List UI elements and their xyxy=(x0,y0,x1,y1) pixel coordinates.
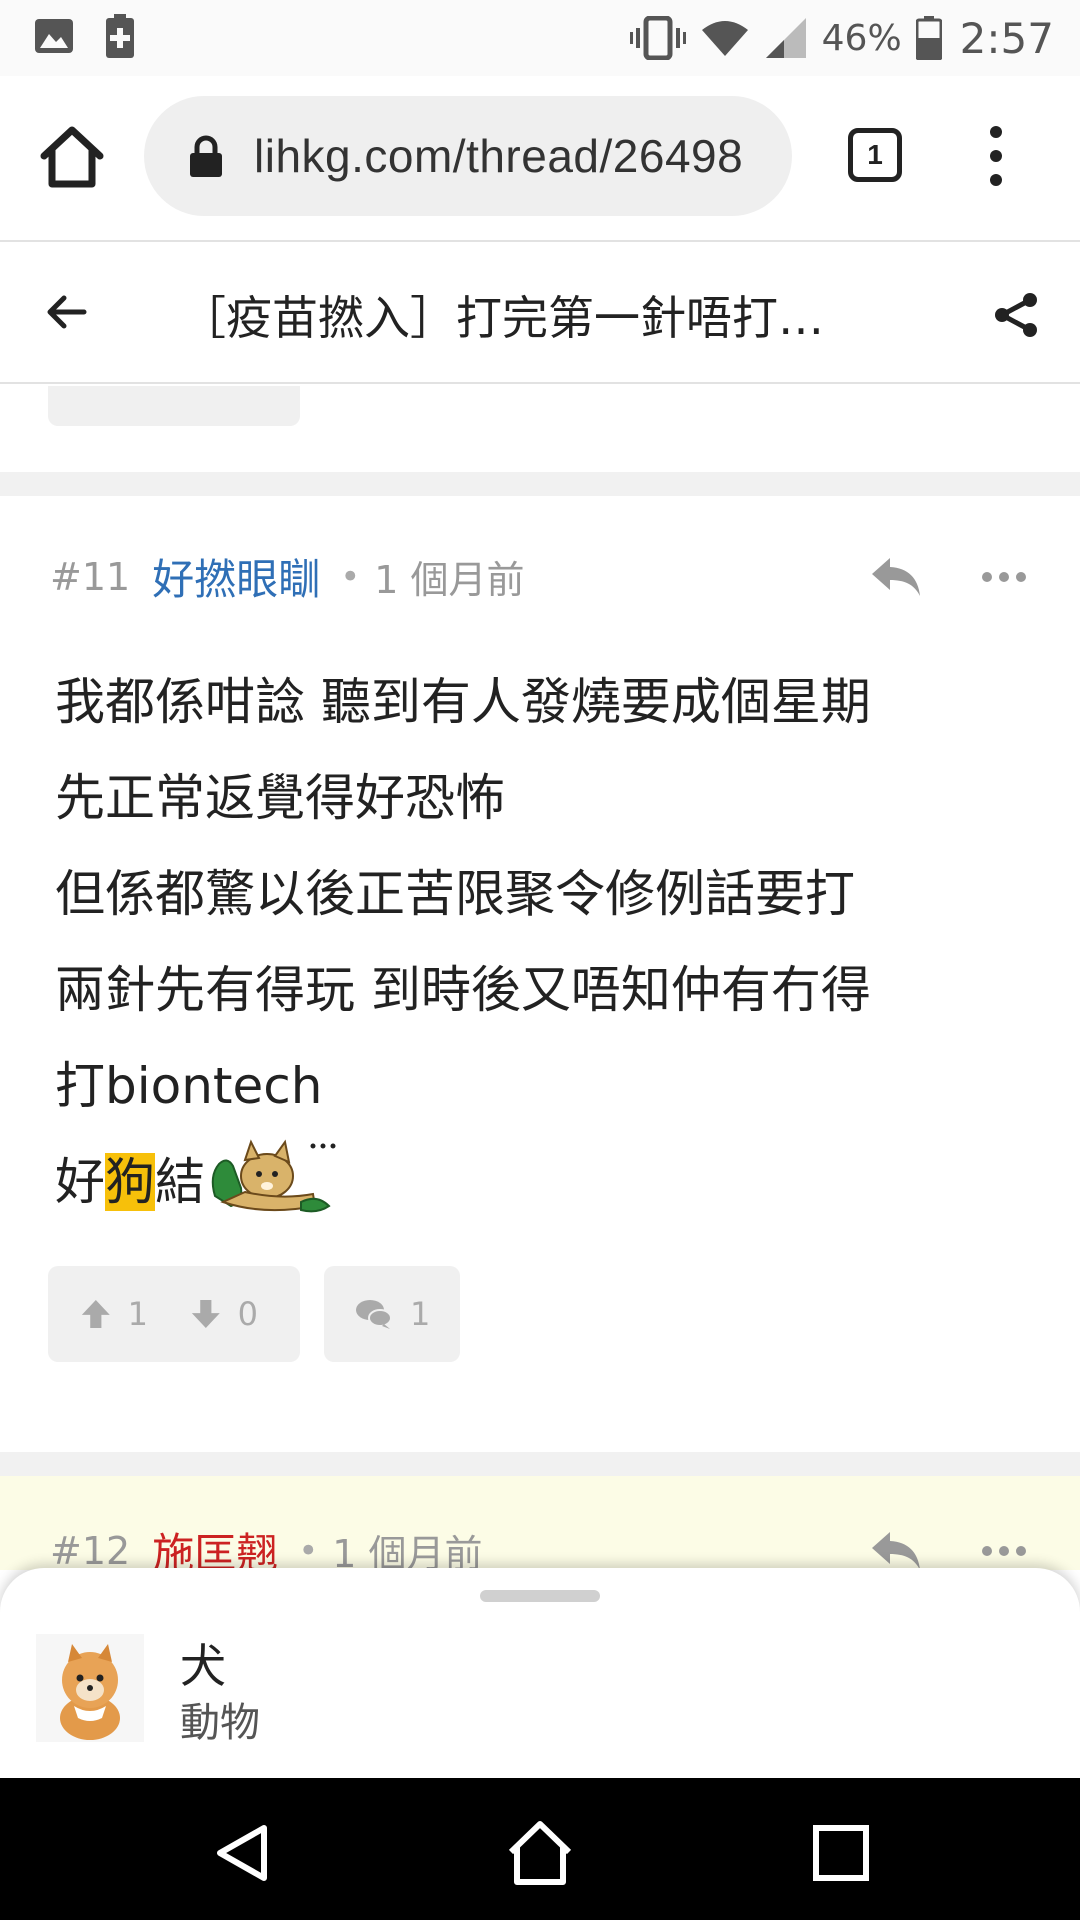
sheet-drag-handle[interactable] xyxy=(480,1590,600,1602)
post-author[interactable]: 好撚眼瞓 xyxy=(152,546,320,607)
vibrate-icon xyxy=(629,16,686,60)
clock: 2:57 xyxy=(959,13,1054,63)
thread-header: ［疫苗撚入］打完第一針唔打… xyxy=(0,240,1080,384)
tab-count: 1 xyxy=(867,139,883,170)
battery-saver-icon xyxy=(106,14,134,58)
previous-post-tail xyxy=(0,386,1080,472)
more-options-icon[interactable] xyxy=(982,1546,1026,1558)
meta-separator: • xyxy=(340,556,361,597)
post-line: 先正常返覺得好恐怖 xyxy=(55,769,505,827)
post-author[interactable]: 施匡翹 xyxy=(152,1520,278,1570)
browser-menu-icon[interactable] xyxy=(976,126,1016,186)
image-notification-icon xyxy=(35,19,73,53)
home-icon[interactable] xyxy=(38,126,106,190)
signal-icon xyxy=(765,18,806,58)
lock-icon xyxy=(190,135,222,177)
post-actions: 1 0 1 xyxy=(48,1266,460,1362)
post-meta: #11 好撚眼瞓 • 1 個月前 xyxy=(50,546,525,607)
post-line: 打biontech xyxy=(55,1057,323,1115)
battery-percentage: 46% xyxy=(821,17,902,59)
downvote-count: 0 xyxy=(237,1295,258,1333)
vote-box: 1 0 xyxy=(48,1266,300,1362)
dog-thumbnail-image xyxy=(36,1634,144,1742)
post-time: 1 個月前 xyxy=(374,558,525,602)
post-12: #12 施匡翹 • 1 個月前 xyxy=(0,1476,1080,1570)
quote-comments-button[interactable]: 1 xyxy=(324,1266,460,1362)
post-number: #12 xyxy=(50,1528,131,1571)
nav-home-icon[interactable] xyxy=(505,1818,575,1888)
url-text[interactable]: lihkg.com/thread/26498 xyxy=(254,129,743,183)
comment-icon xyxy=(356,1300,392,1329)
upvote-icon[interactable] xyxy=(80,1297,112,1331)
back-arrow-icon[interactable] xyxy=(44,290,88,334)
sheet-title: 犬 xyxy=(180,1639,226,1693)
nav-recents-icon[interactable] xyxy=(806,1818,876,1888)
post-meta: #12 施匡翹 • 1 個月前 xyxy=(50,1520,483,1571)
upvote-count: 1 xyxy=(127,1295,148,1333)
tab-switcher-button[interactable]: 1 xyxy=(848,128,902,182)
dog-sticker-icon xyxy=(211,1138,336,1212)
highlighted-word[interactable]: 狗 xyxy=(105,1153,155,1211)
post-body: 我都係咁諗 聽到有人發燒要成個星期 先正常返覺得好恐怖 但係都驚以後正苦限聚令修… xyxy=(55,654,1015,1230)
battery-icon xyxy=(915,16,942,60)
post-line: 但係都驚以後正苦限聚令修例話要打 xyxy=(55,865,855,923)
comment-count: 1 xyxy=(410,1295,431,1333)
reply-icon[interactable] xyxy=(870,554,922,598)
more-options-icon[interactable] xyxy=(982,572,1026,584)
post-number: #11 xyxy=(50,554,131,599)
text-before: 好 xyxy=(55,1153,105,1211)
text-after: 結 xyxy=(155,1153,205,1211)
lookup-bottom-sheet[interactable]: 犬 動物 xyxy=(0,1568,1080,1778)
thread-content[interactable]: #11 好撚眼瞓 • 1 個月前 我都係咁諗 聽到有人發燒要成個星期 先正常返覺… xyxy=(0,386,1080,1570)
post-line: 好狗結 xyxy=(55,1134,1015,1230)
post-line: 兩針先有得玩 到時後又唔知仲有冇得 xyxy=(55,961,871,1019)
previous-post-vote-box[interactable] xyxy=(48,386,300,426)
wifi-icon xyxy=(701,21,748,56)
status-bar: 46% 2:57 xyxy=(0,0,1080,76)
post-line: 我都係咁諗 聽到有人發燒要成個星期 xyxy=(55,673,871,731)
address-bar[interactable]: lihkg.com/thread/26498 xyxy=(144,96,792,216)
post-time: 1 個月前 xyxy=(332,1532,483,1570)
sheet-subtitle: 動物 xyxy=(180,1700,260,1746)
reply-icon[interactable] xyxy=(870,1528,922,1570)
browser-toolbar: lihkg.com/thread/26498 1 xyxy=(0,76,1080,238)
nav-back-icon[interactable] xyxy=(206,1818,276,1888)
thread-title: ［疫苗撚入］打完第一針唔打… xyxy=(180,291,824,345)
system-navigation-bar xyxy=(0,1778,1080,1920)
share-icon[interactable] xyxy=(992,290,1042,340)
post-11: #11 好撚眼瞓 • 1 個月前 我都係咁諗 聽到有人發燒要成個星期 先正常返覺… xyxy=(0,496,1080,1452)
meta-separator: • xyxy=(298,1530,319,1571)
downvote-icon[interactable] xyxy=(190,1297,222,1331)
